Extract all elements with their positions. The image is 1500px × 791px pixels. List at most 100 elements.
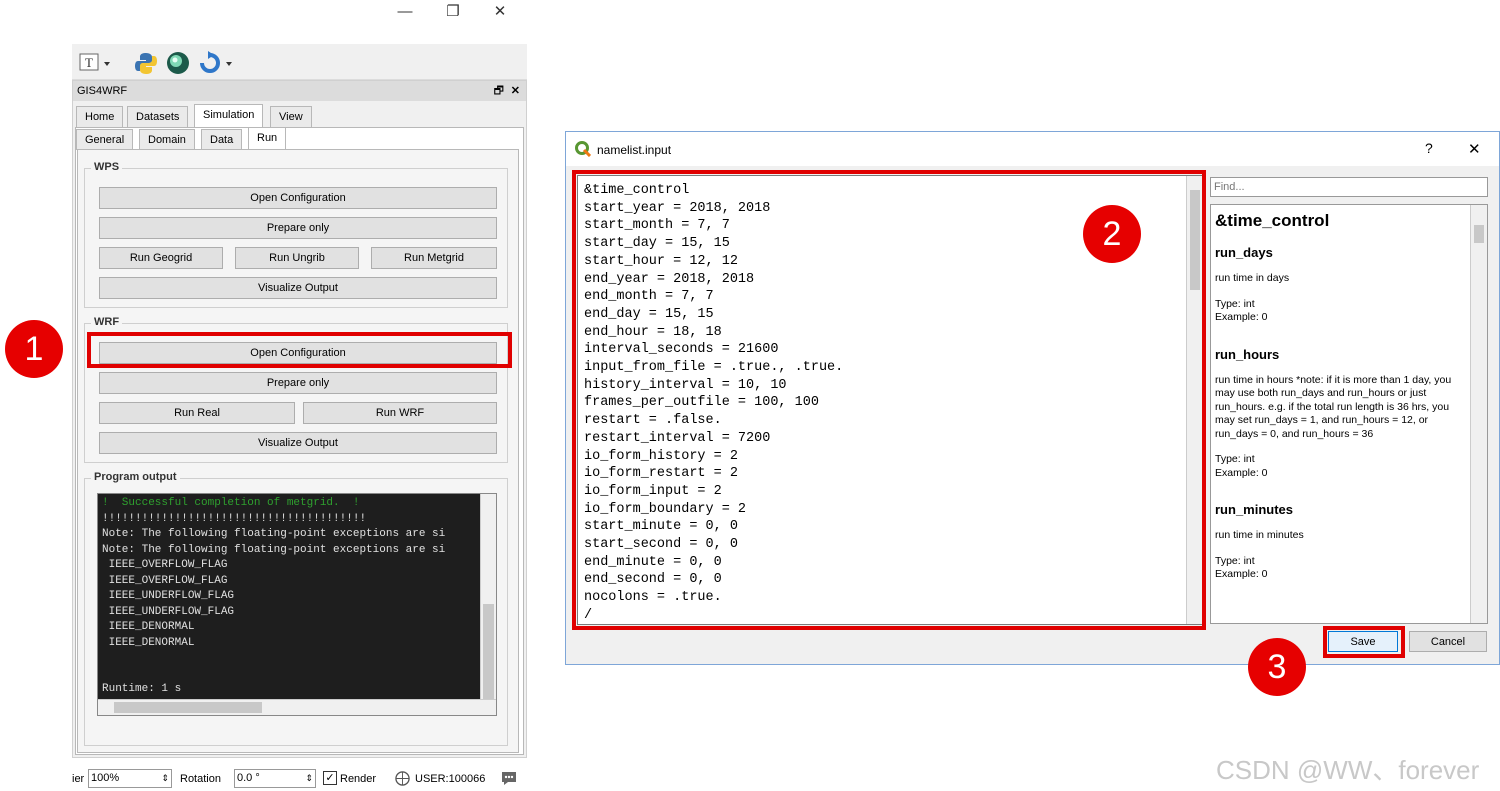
wrf-prepare-only-button[interactable]: Prepare only xyxy=(99,372,497,394)
globe-icon[interactable] xyxy=(166,51,190,75)
save-button[interactable]: Save xyxy=(1328,631,1398,652)
code-line: start_second = 0, 0 xyxy=(584,537,738,553)
close-window-button[interactable]: ✕ xyxy=(485,0,515,26)
tab-domain[interactable]: Domain xyxy=(139,129,195,150)
code-line: history_interval = 10, 10 xyxy=(584,377,787,393)
callout-2: 2 xyxy=(1083,205,1141,263)
panel-title-bar: GIS4WRF 🗗 ✕ xyxy=(73,81,526,101)
cancel-button[interactable]: Cancel xyxy=(1409,631,1487,652)
close-dialog-button[interactable]: ✕ xyxy=(1468,140,1481,158)
code-line: restart = .false. xyxy=(584,413,722,429)
tab-view[interactable]: View xyxy=(270,106,312,127)
render-checkbox[interactable]: ✓ xyxy=(323,771,337,785)
console-line: !!!!!!!!!!!!!!!!!!!!!!!!!!!!!!!!!!!!!!!! xyxy=(102,512,367,525)
tab-simulation[interactable]: Simulation xyxy=(194,104,264,127)
tab-datasets[interactable]: Datasets xyxy=(127,106,189,127)
console-line: IEEE_OVERFLOW_FLAG xyxy=(102,559,228,571)
status-bar: ier 100% ⇕ Rotation 0.0 ° ⇕ ✓ Render USE… xyxy=(72,766,527,791)
help-scroll-thumb[interactable] xyxy=(1474,225,1484,243)
tab-data[interactable]: Data xyxy=(201,129,243,150)
help-entry-desc: run time in days xyxy=(1215,272,1290,284)
plugin-toolbar: T xyxy=(72,44,527,80)
code-line: io_form_input = 2 xyxy=(584,483,722,499)
code-line: restart_interval = 7200 xyxy=(584,430,771,446)
code-line: io_form_boundary = 2 xyxy=(584,501,747,517)
watermark: CSDN @WW、forever xyxy=(1216,755,1480,785)
restore-button[interactable]: ❐ xyxy=(438,0,468,26)
wps-prepare-only-button[interactable]: Prepare only xyxy=(99,217,497,239)
run-metgrid-button[interactable]: Run Metgrid xyxy=(371,247,497,269)
console-line: IEEE_OVERFLOW_FLAG xyxy=(102,574,228,587)
python-icon[interactable] xyxy=(134,51,158,75)
help-pane[interactable]: &time_control run_days run time in days … xyxy=(1210,204,1488,624)
tab-general[interactable]: General xyxy=(76,129,134,150)
qgis-logo-icon xyxy=(575,141,591,157)
code-line: io_form_restart = 2 xyxy=(584,466,738,482)
editor-scroll-thumb[interactable] xyxy=(1190,190,1200,290)
console-horizontal-scrollbar[interactable] xyxy=(98,699,496,715)
help-entry-desc: run time in hours *note: if it is more t… xyxy=(1215,373,1452,440)
editor-vertical-scrollbar[interactable] xyxy=(1186,176,1203,624)
console-line: Runtime: 1 s xyxy=(102,683,182,695)
program-output-title: Program output xyxy=(91,471,180,483)
find-input[interactable]: Find... xyxy=(1210,177,1488,197)
code-line: end_hour = 18, 18 xyxy=(584,324,722,340)
wrf-visualize-output-button[interactable]: Visualize Output xyxy=(99,432,497,454)
console-line: IEEE_UNDERFLOW_FLAG xyxy=(102,605,235,618)
crs-globe-icon[interactable] xyxy=(395,771,410,786)
messages-icon[interactable] xyxy=(500,770,518,787)
console-line: IEEE_DENORMAL xyxy=(102,636,195,649)
run-geogrid-button[interactable]: Run Geogrid xyxy=(99,247,223,269)
rotation-label: Rotation xyxy=(180,773,221,785)
panel-title: GIS4WRF xyxy=(77,85,128,97)
wps-group-title: WPS xyxy=(91,161,123,173)
namelist-dialog: namelist.input ? ✕ &time_control start_y… xyxy=(565,131,1500,665)
help-entry-example: Example: 0 xyxy=(1215,311,1268,323)
code-line: nocolons = .true. xyxy=(584,590,722,606)
chevron-down-icon[interactable] xyxy=(224,51,234,75)
code-line: / xyxy=(584,607,593,623)
code-line: io_form_history = 2 xyxy=(584,448,738,464)
rotation-input[interactable]: 0.0 ° ⇕ xyxy=(234,769,316,788)
minimize-button[interactable]: — xyxy=(390,0,420,26)
tab-home[interactable]: Home xyxy=(76,106,124,127)
help-entry-desc: run time in minutes xyxy=(1215,529,1304,541)
close-panel-button[interactable]: ✕ xyxy=(511,81,520,101)
code-line: end_second = 0, 0 xyxy=(584,572,722,588)
refresh-icon[interactable] xyxy=(198,51,222,75)
text-annotation-icon[interactable]: T xyxy=(78,51,102,75)
console-line: IEEE_DENORMAL xyxy=(102,621,195,633)
console-line: ! Successful completion of metgrid. ! xyxy=(102,497,360,509)
user-crs-label[interactable]: USER:100066 xyxy=(415,773,485,785)
find-placeholder: Find... xyxy=(1214,181,1245,193)
run-real-button[interactable]: Run Real xyxy=(99,402,295,424)
console-vertical-scrollbar[interactable] xyxy=(480,494,496,715)
help-entry-type: Type: int xyxy=(1215,297,1255,310)
magnifier-input[interactable]: 100% ⇕ xyxy=(88,769,172,788)
console-line: Note: The following floating-point excep… xyxy=(102,528,446,540)
tab-run[interactable]: Run xyxy=(248,127,287,150)
help-entry-key: run_minutes xyxy=(1215,502,1294,517)
run-wrf-button[interactable]: Run WRF xyxy=(303,402,497,424)
run-ungrib-button[interactable]: Run Ungrib xyxy=(235,247,359,269)
float-panel-button[interactable]: 🗗 xyxy=(494,81,504,101)
help-vertical-scrollbar[interactable] xyxy=(1470,205,1487,623)
chevron-down-icon[interactable] xyxy=(102,51,112,75)
console-hscroll-thumb[interactable] xyxy=(114,702,262,713)
wps-open-configuration-button[interactable]: Open Configuration xyxy=(99,187,497,209)
code-line: end_minute = 0, 0 xyxy=(584,554,722,570)
callout-3: 3 xyxy=(1248,638,1306,696)
code-line: &time_control xyxy=(584,183,690,198)
wrf-group: WRF Open Configuration Prepare only Run … xyxy=(84,316,508,463)
help-section-heading: &time_control xyxy=(1215,211,1330,230)
code-line: end_year = 2018, 2018 xyxy=(584,271,755,287)
wps-visualize-output-button[interactable]: Visualize Output xyxy=(99,277,497,299)
spinner-arrows-icon[interactable]: ⇕ xyxy=(305,770,313,787)
program-output-console[interactable]: ! Successful completion of metgrid. ! !!… xyxy=(97,493,497,716)
help-button[interactable]: ? xyxy=(1425,140,1433,156)
wrf-open-configuration-button[interactable]: Open Configuration xyxy=(99,342,497,364)
spinner-arrows-icon[interactable]: ⇕ xyxy=(161,770,169,787)
console-scroll-thumb[interactable] xyxy=(483,604,494,699)
